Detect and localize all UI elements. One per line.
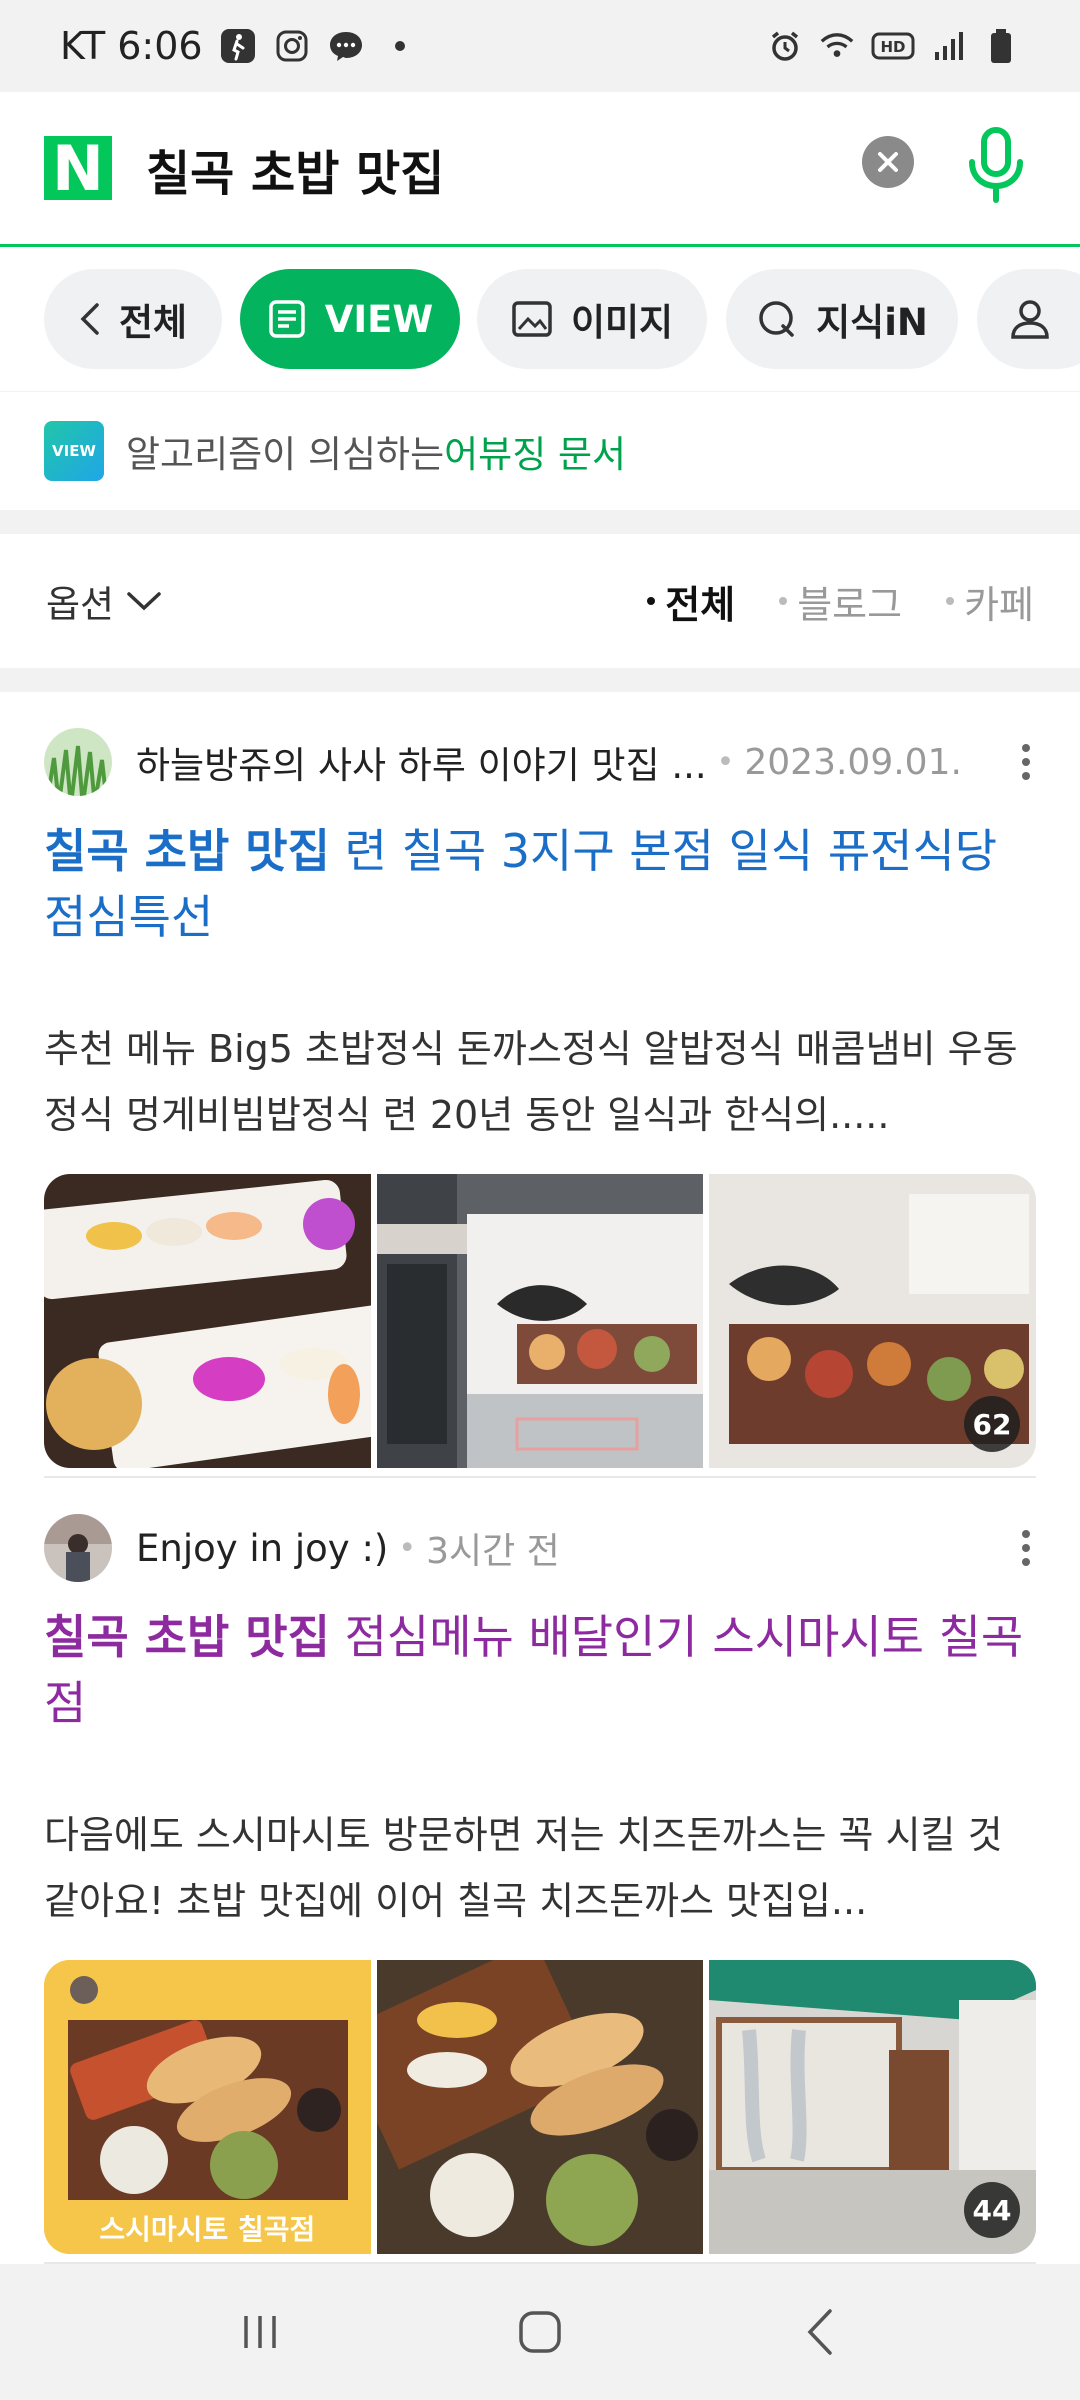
results-list: 하늘방쥬의 사사 하루 이야기 맛집 ... • 2023.09.01. 칠곡 …: [0, 692, 1080, 2264]
thumbnail-image[interactable]: [376, 1960, 704, 2254]
post-date: 2023.09.01.: [744, 741, 962, 783]
recent-apps-icon: [244, 2316, 276, 2348]
image-icon: [512, 301, 552, 337]
divider: [44, 1476, 1036, 1478]
post-date: 3시간 전: [426, 1531, 560, 1572]
list-item[interactable]: Enjoy in joy :) • 3시간 전 칠곡 초밥 맛집 점심메뉴 배달…: [0, 1512, 1080, 2254]
instagram-icon: [273, 27, 311, 65]
close-icon: [878, 152, 898, 172]
filter-label: 카페: [964, 582, 1034, 627]
carrier-time: KT 6:06: [60, 24, 203, 68]
filter-label: 전체: [665, 582, 736, 627]
thumbnail-image[interactable]: 44: [709, 1960, 1036, 2254]
post-snippet: 다음에도 스시마시토 방문하면 저는 치즈돈까스는 꼭 시킬 것 같아요! 초밥…: [44, 1813, 1003, 1923]
naver-logo[interactable]: N: [44, 132, 112, 205]
thumbnail-image[interactable]: [44, 1174, 371, 1468]
options-label: 옵션: [46, 583, 115, 626]
notification-dot-icon: [394, 41, 405, 51]
view-badge-icon: VIEW: [44, 421, 104, 481]
back-icon: [807, 2309, 832, 2355]
walk-app-icon: [219, 27, 257, 65]
back-button[interactable]: [780, 2292, 860, 2372]
voice-search-button[interactable]: [962, 126, 1030, 206]
hd-voice-icon: HD: [870, 27, 916, 65]
wifi-icon: [818, 27, 856, 65]
chevron-down-icon: [127, 592, 161, 611]
post-snippet: 추천 메뉴 Big5 초밥정식 돈까스정식 알밥정식 매콤냄비 우동정식 멍게비…: [44, 1027, 1018, 1137]
q-search-icon: [759, 301, 794, 337]
list-item[interactable]: 하늘방쥬의 사사 하루 이야기 맛집 ... • 2023.09.01. 칠곡 …: [0, 726, 1080, 1468]
tab-images[interactable]: 이미지: [477, 269, 707, 369]
tab-all[interactable]: 전체: [44, 269, 222, 369]
abuse-notice-text: 알고리즘이 의심하는: [126, 433, 445, 476]
thumbnail-strip[interactable]: 스시마시토 칠곡점 44: [44, 1960, 1036, 2254]
svg-text:HD: HD: [880, 38, 905, 56]
post-title-link[interactable]: 칠곡 초밥 맛집 점심메뉴 배달인기 스시마시토 칠곡점: [44, 1604, 1036, 1736]
search-tabs: 전체 VIEW 이미지 지식iN: [0, 247, 1080, 391]
title-highlight: 칠곡 초밥 맛집: [44, 1610, 330, 1664]
filter-label: 블로그: [797, 582, 903, 627]
status-bar: KT 6:06 HD: [0, 0, 1080, 92]
tab-view[interactable]: VIEW: [240, 269, 460, 369]
tab-label: 이미지: [570, 301, 674, 344]
thumbnail-caption: 스시마시토 칠곡점: [99, 2213, 316, 2246]
chevron-left-icon: [80, 303, 99, 335]
system-nav-bar: [0, 2264, 1080, 2400]
home-icon: [519, 2311, 561, 2353]
abuse-document-link[interactable]: 어뷰징 문서: [444, 424, 626, 478]
avatar[interactable]: [44, 728, 112, 796]
search-header: N 칠곡 초밥 맛집: [0, 92, 1080, 247]
home-button[interactable]: [500, 2292, 580, 2372]
clear-search-button[interactable]: [862, 136, 914, 188]
author-name[interactable]: Enjoy in joy :): [136, 1527, 388, 1570]
tab-profile[interactable]: [977, 269, 1080, 369]
battery-icon: [982, 27, 1020, 65]
thumbnail-strip[interactable]: 62: [44, 1174, 1036, 1468]
avatar[interactable]: [44, 1514, 112, 1582]
title-highlight: 칠곡 초밥 맛집: [44, 824, 330, 878]
more-options-button[interactable]: [1016, 744, 1036, 780]
thumbnail-image[interactable]: 스시마시토 칠곡점: [44, 1960, 371, 2254]
tab-knowledge-in[interactable]: 지식iN: [726, 269, 958, 369]
tab-label: 지식iN: [816, 301, 928, 344]
thumbnail-image[interactable]: [376, 1174, 704, 1468]
abuse-notice[interactable]: VIEW 알고리즘이 의심하는 어뷰징 문서: [0, 392, 1080, 510]
options-bar: 옵션 전체 블로그 카페: [0, 534, 1080, 668]
post-title-link[interactable]: 칠곡 초밥 맛집 련 칠곡 3지구 본점 일식 퓨전식당 점심특선: [44, 818, 1036, 950]
filter-all[interactable]: 전체: [647, 574, 735, 629]
tab-label: 전체: [118, 301, 188, 344]
recent-apps-button[interactable]: [220, 2292, 300, 2372]
more-options-button[interactable]: [1016, 1530, 1036, 1566]
tab-label: VIEW: [324, 297, 434, 341]
options-dropdown[interactable]: 옵션: [46, 574, 162, 628]
thumbnail-image[interactable]: 62: [709, 1174, 1036, 1468]
search-input[interactable]: 칠곡 초밥 맛집: [146, 134, 444, 204]
photo-count-badge: 44: [964, 2182, 1021, 2238]
filter-blog[interactable]: 블로그: [779, 574, 902, 629]
chat-bubble-icon: [327, 27, 365, 65]
filter-cafe[interactable]: 카페: [946, 574, 1034, 629]
person-icon: [1011, 300, 1049, 339]
photo-count-badge: 62: [964, 1396, 1021, 1452]
document-icon: [269, 300, 305, 338]
author-name[interactable]: 하늘방쥬의 사사 하루 이야기 맛집 ...: [136, 735, 707, 789]
signal-icon: [930, 27, 968, 65]
microphone-icon: [969, 127, 1023, 203]
alarm-icon: [766, 27, 804, 65]
